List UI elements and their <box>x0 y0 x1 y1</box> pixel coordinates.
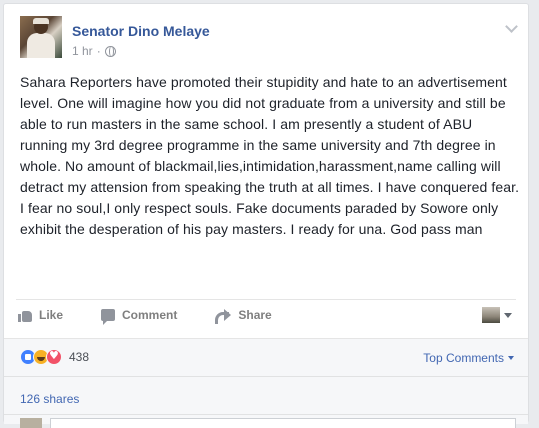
comment-label: Comment <box>122 308 178 322</box>
divider <box>16 299 516 300</box>
top-comments-dropdown[interactable]: Top Comments <box>423 351 514 365</box>
mini-avatar <box>482 307 500 323</box>
like-button[interactable]: Like <box>18 308 63 322</box>
chevron-down-icon[interactable] <box>505 20 518 33</box>
action-bar: Like Comment Share <box>18 304 310 326</box>
post-meta: 1 hr · <box>72 44 116 58</box>
commenter-avatar <box>20 418 42 428</box>
meta-separator: · <box>96 44 101 58</box>
comment-button[interactable]: Comment <box>101 308 178 325</box>
avatar-cap <box>33 18 49 24</box>
share-arrow-icon <box>215 308 232 324</box>
love-reaction-icon <box>46 349 62 365</box>
share-button[interactable]: Share <box>215 308 272 324</box>
shares-bar: 126 shares <box>4 376 528 414</box>
author-avatar[interactable] <box>20 16 62 58</box>
avatar-robe <box>27 33 55 58</box>
post-as-selector[interactable] <box>482 307 512 323</box>
like-label: Like <box>39 308 64 322</box>
caret-down-icon <box>504 312 512 318</box>
caret-down-icon <box>508 356 514 360</box>
post-text: Sahara Reporters have promoted their stu… <box>20 74 520 237</box>
top-comments-label: Top Comments <box>423 351 504 365</box>
shares-link[interactable]: 126 shares <box>20 392 79 406</box>
author-name[interactable]: Senator Dino Melaye <box>72 23 210 39</box>
post-card: Senator Dino Melaye 1 hr · Sahara Report… <box>3 3 529 428</box>
post-time[interactable]: 1 hr <box>72 44 93 58</box>
reactions-bar: 438 Top Comments <box>4 338 528 376</box>
globe-icon[interactable] <box>104 45 116 57</box>
reactions-summary[interactable]: 438 <box>20 349 89 365</box>
reaction-count[interactable]: 438 <box>69 350 89 364</box>
share-label: Share <box>238 308 272 322</box>
comment-input[interactable] <box>50 418 516 428</box>
speech-bubble-icon <box>101 309 116 325</box>
thumbs-up-icon <box>18 308 32 322</box>
